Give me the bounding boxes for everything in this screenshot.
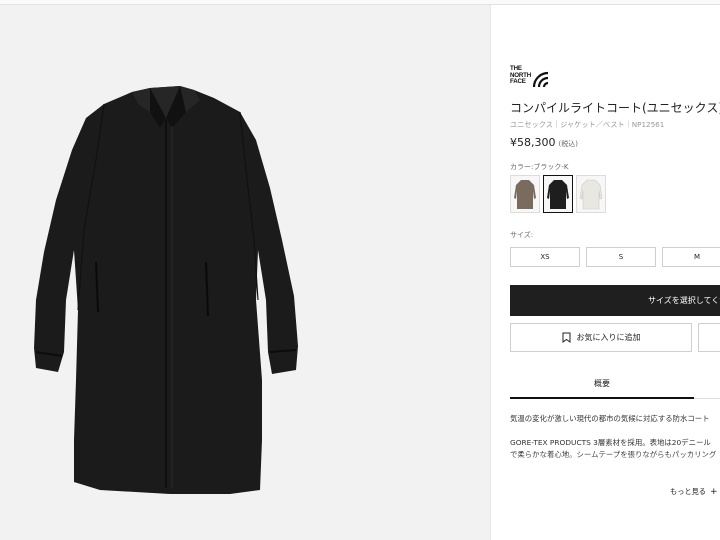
product-category-breadcrumb: ユニセックス｜ジャケット／ベスト｜NP12561 (510, 120, 665, 129)
coat-thumbnail-black-icon (547, 180, 569, 209)
bookmark-icon (562, 332, 570, 343)
brand-logo[interactable]: THE NORTH FACE (510, 65, 554, 88)
show-more-label: もっと見る (670, 487, 706, 496)
color-swatch-brown[interactable] (510, 175, 540, 213)
description-line-2: GORE-TEX PRODUCTS 3層素材を採用。表地は20デニール (510, 438, 711, 447)
price-tax-note: (税込) (558, 140, 578, 148)
size-button-m[interactable]: M (662, 247, 720, 267)
secondary-action-button[interactable] (698, 323, 720, 352)
size-options: XS S M (510, 247, 720, 267)
column-divider (490, 5, 491, 540)
tab-divider-line (694, 398, 720, 399)
size-button-s[interactable]: S (586, 247, 656, 267)
size-label: サイズ: (510, 231, 534, 239)
product-image-area (0, 5, 490, 540)
select-size-button[interactable]: サイズを選択してください (510, 285, 720, 316)
info-tabs: 概要 (510, 370, 720, 400)
size-button-xs[interactable]: XS (510, 247, 580, 267)
coat-thumbnail-brown-icon (514, 180, 536, 209)
color-swatch-black[interactable] (543, 175, 573, 213)
add-to-favorites-label: お気に入りに追加 (576, 333, 641, 342)
color-swatch-white[interactable] (576, 175, 606, 213)
color-label: カラー:ブラック-K (510, 163, 569, 171)
show-more-link[interactable]: もっと見る + (670, 487, 718, 497)
description-fade-overlay (505, 453, 720, 471)
add-to-favorites-button[interactable]: お気に入りに追加 (510, 323, 692, 352)
description-line-1: 気温の変化が激しい現代の都市の気候に対応する防水コート (510, 414, 710, 423)
product-title: コンパイルライトコート(ユニセックス) (510, 101, 720, 115)
tab-overview-underline (510, 397, 694, 399)
tab-overview[interactable]: 概要 (510, 370, 694, 400)
coat-thumbnail-white-icon (579, 179, 603, 210)
color-swatches (510, 175, 606, 213)
plus-icon: + (709, 486, 718, 497)
price-value: ¥58,300 (510, 136, 556, 149)
brand-logo-arcs-icon (532, 71, 549, 88)
product-price: ¥58,300 (税込) (510, 136, 578, 149)
product-image-coat (34, 86, 298, 494)
